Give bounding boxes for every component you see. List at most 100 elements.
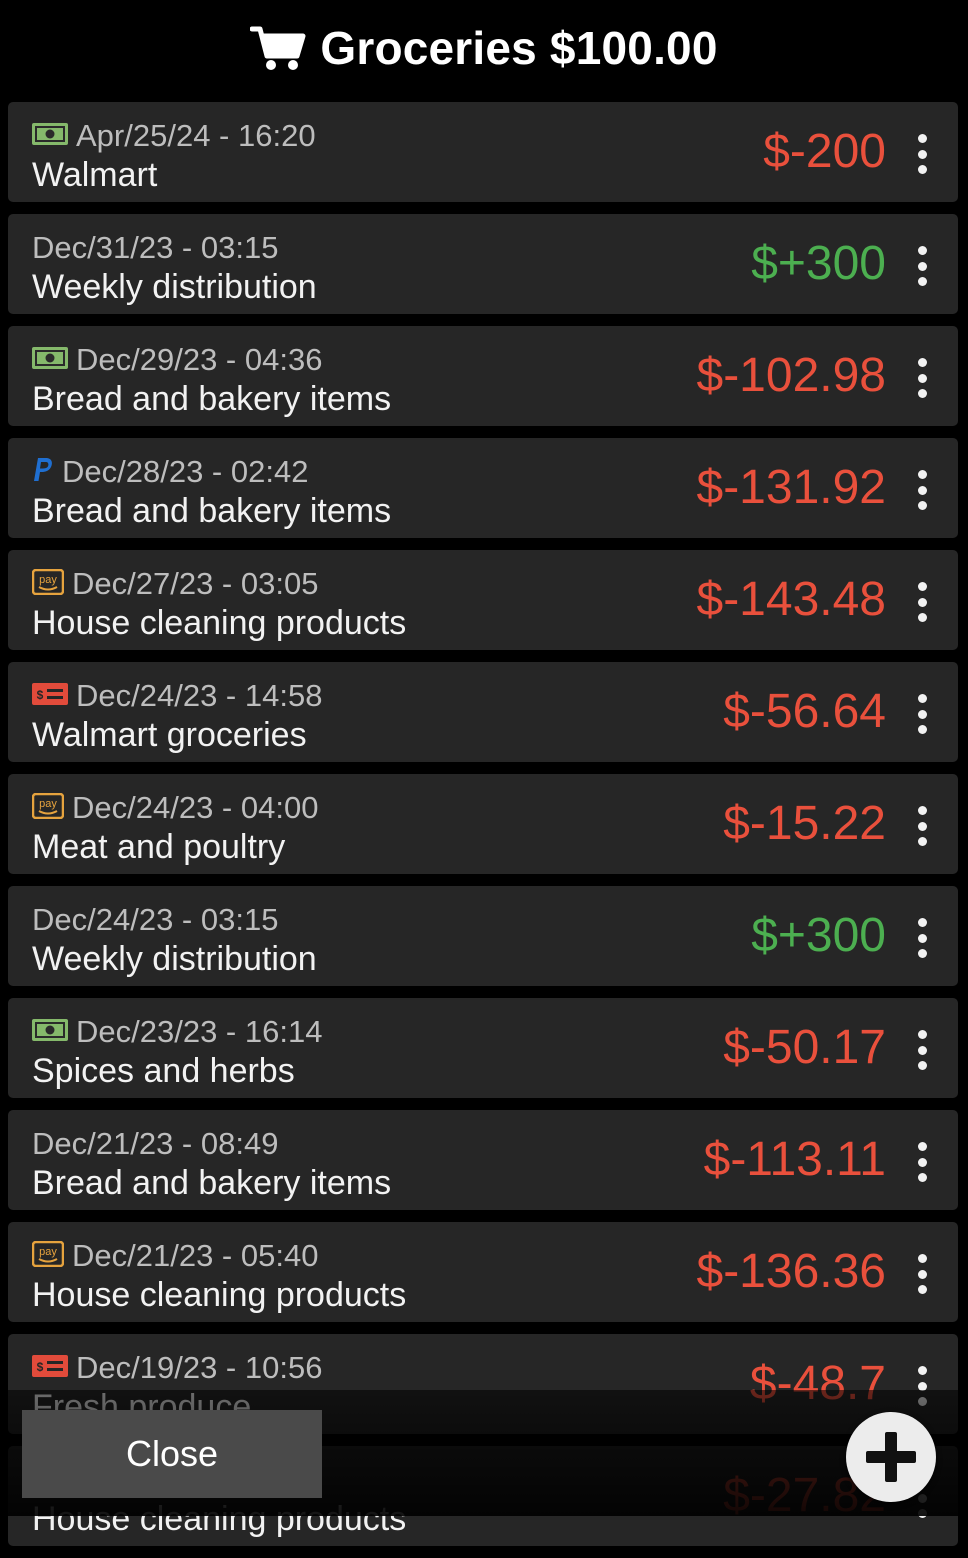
transaction-meta: Dec/29/23 - 04:36 [32, 342, 322, 378]
cash-icon [32, 1018, 68, 1046]
transaction-meta: Dec/23/23 - 16:14 [32, 1014, 322, 1050]
transaction-row[interactable]: pay Dec/24/23 - 04:00 Meat and poultry $-15… [8, 774, 958, 874]
amazon-pay-icon: pay [31, 792, 65, 824]
kebab-dot [917, 613, 927, 622]
transaction-date: Dec/29/23 - 04:36 [76, 342, 323, 377]
kebab-dot [917, 1030, 927, 1039]
transaction-meta: pay Dec/21/23 - 05:40 [31, 1238, 319, 1274]
transaction-row[interactable]: Dec/31/23 - 03:15 Weekly distribution $+30… [8, 214, 958, 314]
kebab-dot [917, 165, 927, 174]
plus-icon [866, 1432, 916, 1482]
kebab-dot [917, 1142, 927, 1151]
more-options-icon[interactable] [908, 582, 936, 622]
header: Groceries $100.00 [0, 0, 968, 96]
transaction-amount: $-50.17 [723, 1021, 886, 1074]
transaction-date: Dec/23/23 - 16:14 [76, 1014, 323, 1049]
close-button[interactable]: Close [22, 1410, 322, 1498]
kebab-dot [917, 1285, 927, 1294]
more-options-icon[interactable] [908, 1142, 936, 1182]
transaction-date: Dec/24/23 - 04:00 [72, 790, 319, 825]
transaction-description: Weekly distribution [32, 940, 317, 978]
more-options-icon[interactable] [908, 246, 936, 286]
kebab-dot [917, 261, 927, 271]
transaction-meta: Dec/31/23 - 03:15 [32, 230, 278, 266]
cash-icon [32, 346, 68, 374]
kebab-dot [917, 134, 927, 143]
transaction-amount: $+300 [751, 237, 886, 290]
transaction-meta: $ Dec/19/23 - 10:56 [32, 1350, 322, 1386]
paypal-icon [32, 457, 54, 488]
transaction-meta: Dec/21/23 - 08:49 [32, 1126, 278, 1162]
kebab-dot [917, 1366, 927, 1375]
kebab-dot [917, 1045, 927, 1055]
transaction-amount: $-143.48 [696, 573, 887, 626]
kebab-dot [917, 389, 927, 398]
transaction-row[interactable]: Dec/28/23 - 02:42 Bread and bakery items $… [8, 438, 958, 538]
more-options-icon[interactable] [908, 694, 936, 734]
more-options-icon[interactable] [908, 134, 936, 174]
kebab-dot [917, 918, 927, 927]
transaction-meta: $ Dec/24/23 - 14:58 [32, 678, 322, 714]
svg-text:pay: pay [39, 1246, 57, 1258]
transaction-row[interactable]: Dec/24/23 - 03:15 Weekly distribution $+30… [8, 886, 958, 986]
more-options-icon[interactable] [908, 1254, 936, 1294]
more-options-icon[interactable] [908, 358, 936, 398]
transaction-date: Dec/31/23 - 03:15 [32, 230, 279, 265]
transaction-date: Dec/19/23 - 10:56 [76, 1350, 323, 1385]
kebab-dot [917, 373, 927, 383]
kebab-dot [917, 933, 927, 943]
svg-text:pay: pay [39, 798, 57, 810]
transaction-meta: pay Dec/24/23 - 04:00 [31, 790, 319, 826]
add-transaction-button[interactable] [846, 1412, 936, 1502]
page-title: Groceries $100.00 [320, 22, 718, 74]
transaction-description: Walmart [32, 156, 158, 194]
more-options-icon[interactable] [908, 470, 936, 510]
kebab-dot [917, 470, 927, 479]
kebab-dot [917, 1254, 927, 1263]
transaction-date: Dec/27/23 - 03:05 [72, 566, 319, 601]
more-options-icon[interactable] [908, 806, 936, 846]
transaction-amount: $-200 [763, 125, 886, 178]
kebab-dot [917, 1269, 927, 1279]
transaction-row[interactable]: Dec/21/23 - 08:49 Bread and bakery items $… [8, 1110, 958, 1210]
transaction-description: Bread and bakery items [32, 380, 392, 418]
transaction-date: Dec/21/23 - 05:40 [72, 1238, 319, 1273]
kebab-dot [917, 277, 927, 286]
kebab-dot [917, 358, 927, 367]
svg-text:pay: pay [39, 574, 57, 586]
more-options-icon[interactable] [908, 918, 936, 958]
transaction-description: House cleaning products [32, 1276, 407, 1314]
kebab-dot [917, 837, 927, 846]
transaction-row[interactable]: Dec/23/23 - 16:14 Spices and herbs $-50.17 [8, 998, 958, 1098]
transaction-row[interactable]: Apr/25/24 - 16:20 Walmart $-200 [8, 102, 958, 202]
svg-text:$: $ [37, 1360, 44, 1374]
transaction-amount: $-113.11 [703, 1133, 886, 1186]
transaction-description: Meat and poultry [32, 828, 286, 866]
transaction-description: Walmart groceries [32, 716, 307, 754]
transaction-amount: $-102.98 [696, 349, 887, 402]
transaction-row[interactable]: $ Dec/24/23 - 14:58 Walmart groceries $-56.… [8, 662, 958, 762]
amazon-pay-icon: pay [31, 568, 65, 600]
money-check-icon: $ [32, 682, 68, 710]
transaction-amount: $-136.36 [696, 1245, 887, 1298]
kebab-dot [917, 246, 927, 255]
more-options-icon[interactable] [908, 1030, 936, 1070]
kebab-dot [917, 821, 927, 831]
transaction-row[interactable]: pay Dec/27/23 - 03:05 House cleaning produ… [8, 550, 958, 650]
kebab-dot [917, 806, 927, 815]
transaction-amount: $-131.92 [696, 461, 887, 514]
transaction-date: Dec/24/23 - 14:58 [76, 678, 323, 713]
transaction-description: Bread and bakery items [32, 492, 392, 530]
kebab-dot [917, 725, 927, 734]
transaction-date: Dec/28/23 - 02:42 [62, 454, 309, 489]
transaction-amount: $-15.22 [723, 797, 886, 850]
kebab-dot [917, 501, 927, 510]
transaction-date: Dec/21/23 - 08:49 [32, 1126, 279, 1161]
cart-icon [250, 26, 306, 70]
transaction-row[interactable]: Dec/29/23 - 04:36 Bread and bakery items $… [8, 326, 958, 426]
transaction-description: Weekly distribution [32, 268, 317, 306]
amazon-pay-icon: pay [31, 1240, 65, 1272]
transaction-row[interactable]: pay Dec/21/23 - 05:40 House cleaning produ… [8, 1222, 958, 1322]
transaction-description: Bread and bakery items [32, 1164, 392, 1202]
transaction-description: House cleaning products [32, 604, 407, 642]
